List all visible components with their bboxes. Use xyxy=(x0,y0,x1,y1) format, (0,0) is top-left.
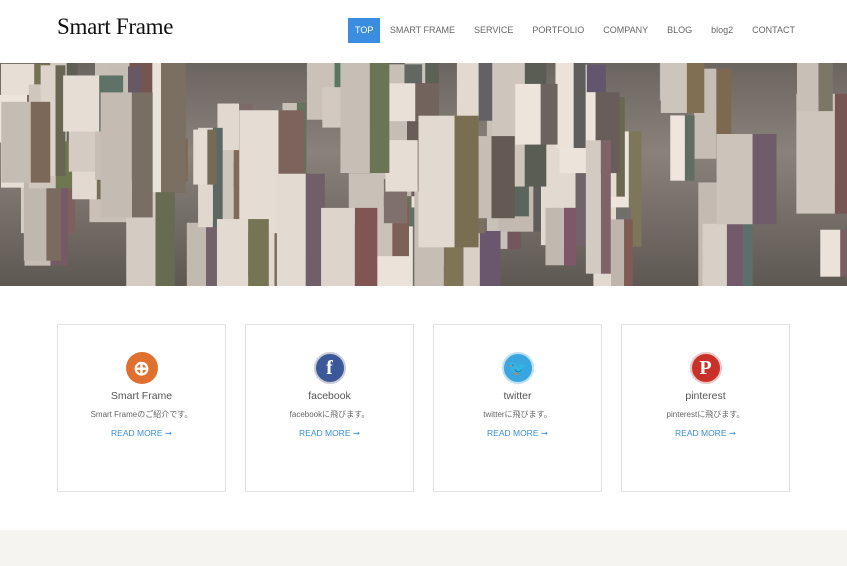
card-description: Smart Frameのご紹介です。 xyxy=(90,410,193,419)
building xyxy=(555,63,586,149)
magnifier-icon[interactable]: ⊕ xyxy=(125,352,158,384)
card-title: Smart Frame xyxy=(110,390,173,402)
nav-blog2[interactable]: blog2 xyxy=(702,18,743,43)
read-more-link[interactable]: READ MORE ➞ xyxy=(299,428,360,439)
building xyxy=(670,115,695,181)
building xyxy=(100,92,153,218)
read-more-link[interactable]: READ MORE ➞ xyxy=(111,428,172,439)
pinterest-icon[interactable]: P xyxy=(689,352,722,384)
building xyxy=(216,219,269,286)
card-twitter: 🐦 twitter twitterに飛びます。 READ MORE ➞ xyxy=(433,324,602,492)
hero-image xyxy=(0,63,847,286)
card-title: facebook xyxy=(308,390,351,402)
nav-top[interactable]: TOP xyxy=(348,18,381,43)
building xyxy=(186,222,219,286)
twitter-icon[interactable]: 🐦 xyxy=(501,352,534,384)
building xyxy=(702,223,743,286)
building xyxy=(321,207,378,286)
building xyxy=(418,115,479,248)
main-nav: TOP SMART FRAME SERVICE PORTFOLIO COMPAN… xyxy=(348,18,804,43)
building xyxy=(611,219,633,286)
nav-service[interactable]: SERVICE xyxy=(465,18,523,43)
footer-band xyxy=(0,530,847,566)
card-description: pinterestに飛びます。 xyxy=(666,410,745,419)
nav-company[interactable]: COMPANY xyxy=(594,18,658,43)
building xyxy=(796,63,833,112)
nav-portfolio[interactable]: PORTFOLIO xyxy=(523,18,594,43)
nav-smart-frame[interactable]: SMART FRAME xyxy=(380,18,464,43)
facebook-icon[interactable]: f xyxy=(313,352,346,384)
feature-cards: ⊕ Smart Frame Smart Frameのご紹介です。 READ MO… xyxy=(57,324,790,492)
building xyxy=(456,63,494,121)
building xyxy=(585,140,611,274)
building xyxy=(1,101,51,183)
card-description: facebookに飛びます。 xyxy=(289,410,370,419)
building xyxy=(193,129,217,185)
card-description: twitterに飛びます。 xyxy=(483,410,552,419)
site-logo[interactable]: Smart Frame xyxy=(57,14,173,40)
building xyxy=(276,173,325,286)
building xyxy=(545,207,577,266)
read-more-link[interactable]: READ MORE ➞ xyxy=(487,428,548,439)
nav-blog[interactable]: BLOG xyxy=(658,18,702,43)
building xyxy=(340,63,390,174)
building xyxy=(820,229,847,277)
read-more-link[interactable]: READ MORE ➞ xyxy=(675,428,736,439)
card-title: twitter xyxy=(503,390,532,402)
site-header: Smart Frame TOP SMART FRAME SERVICE PORT… xyxy=(0,0,847,63)
card-title: pinterest xyxy=(685,390,726,402)
building xyxy=(515,83,558,145)
card-smart-frame: ⊕ Smart Frame Smart Frameのご紹介です。 READ MO… xyxy=(57,324,226,492)
nav-contact[interactable]: CONTACT xyxy=(743,18,805,43)
card-pinterest: P pinterest pinterestに飛びます。 READ MORE ➞ xyxy=(621,324,790,492)
building xyxy=(796,93,847,214)
building xyxy=(660,63,705,113)
card-facebook: f facebook facebookに飛びます。 READ MORE ➞ xyxy=(245,324,414,492)
building xyxy=(716,134,777,225)
